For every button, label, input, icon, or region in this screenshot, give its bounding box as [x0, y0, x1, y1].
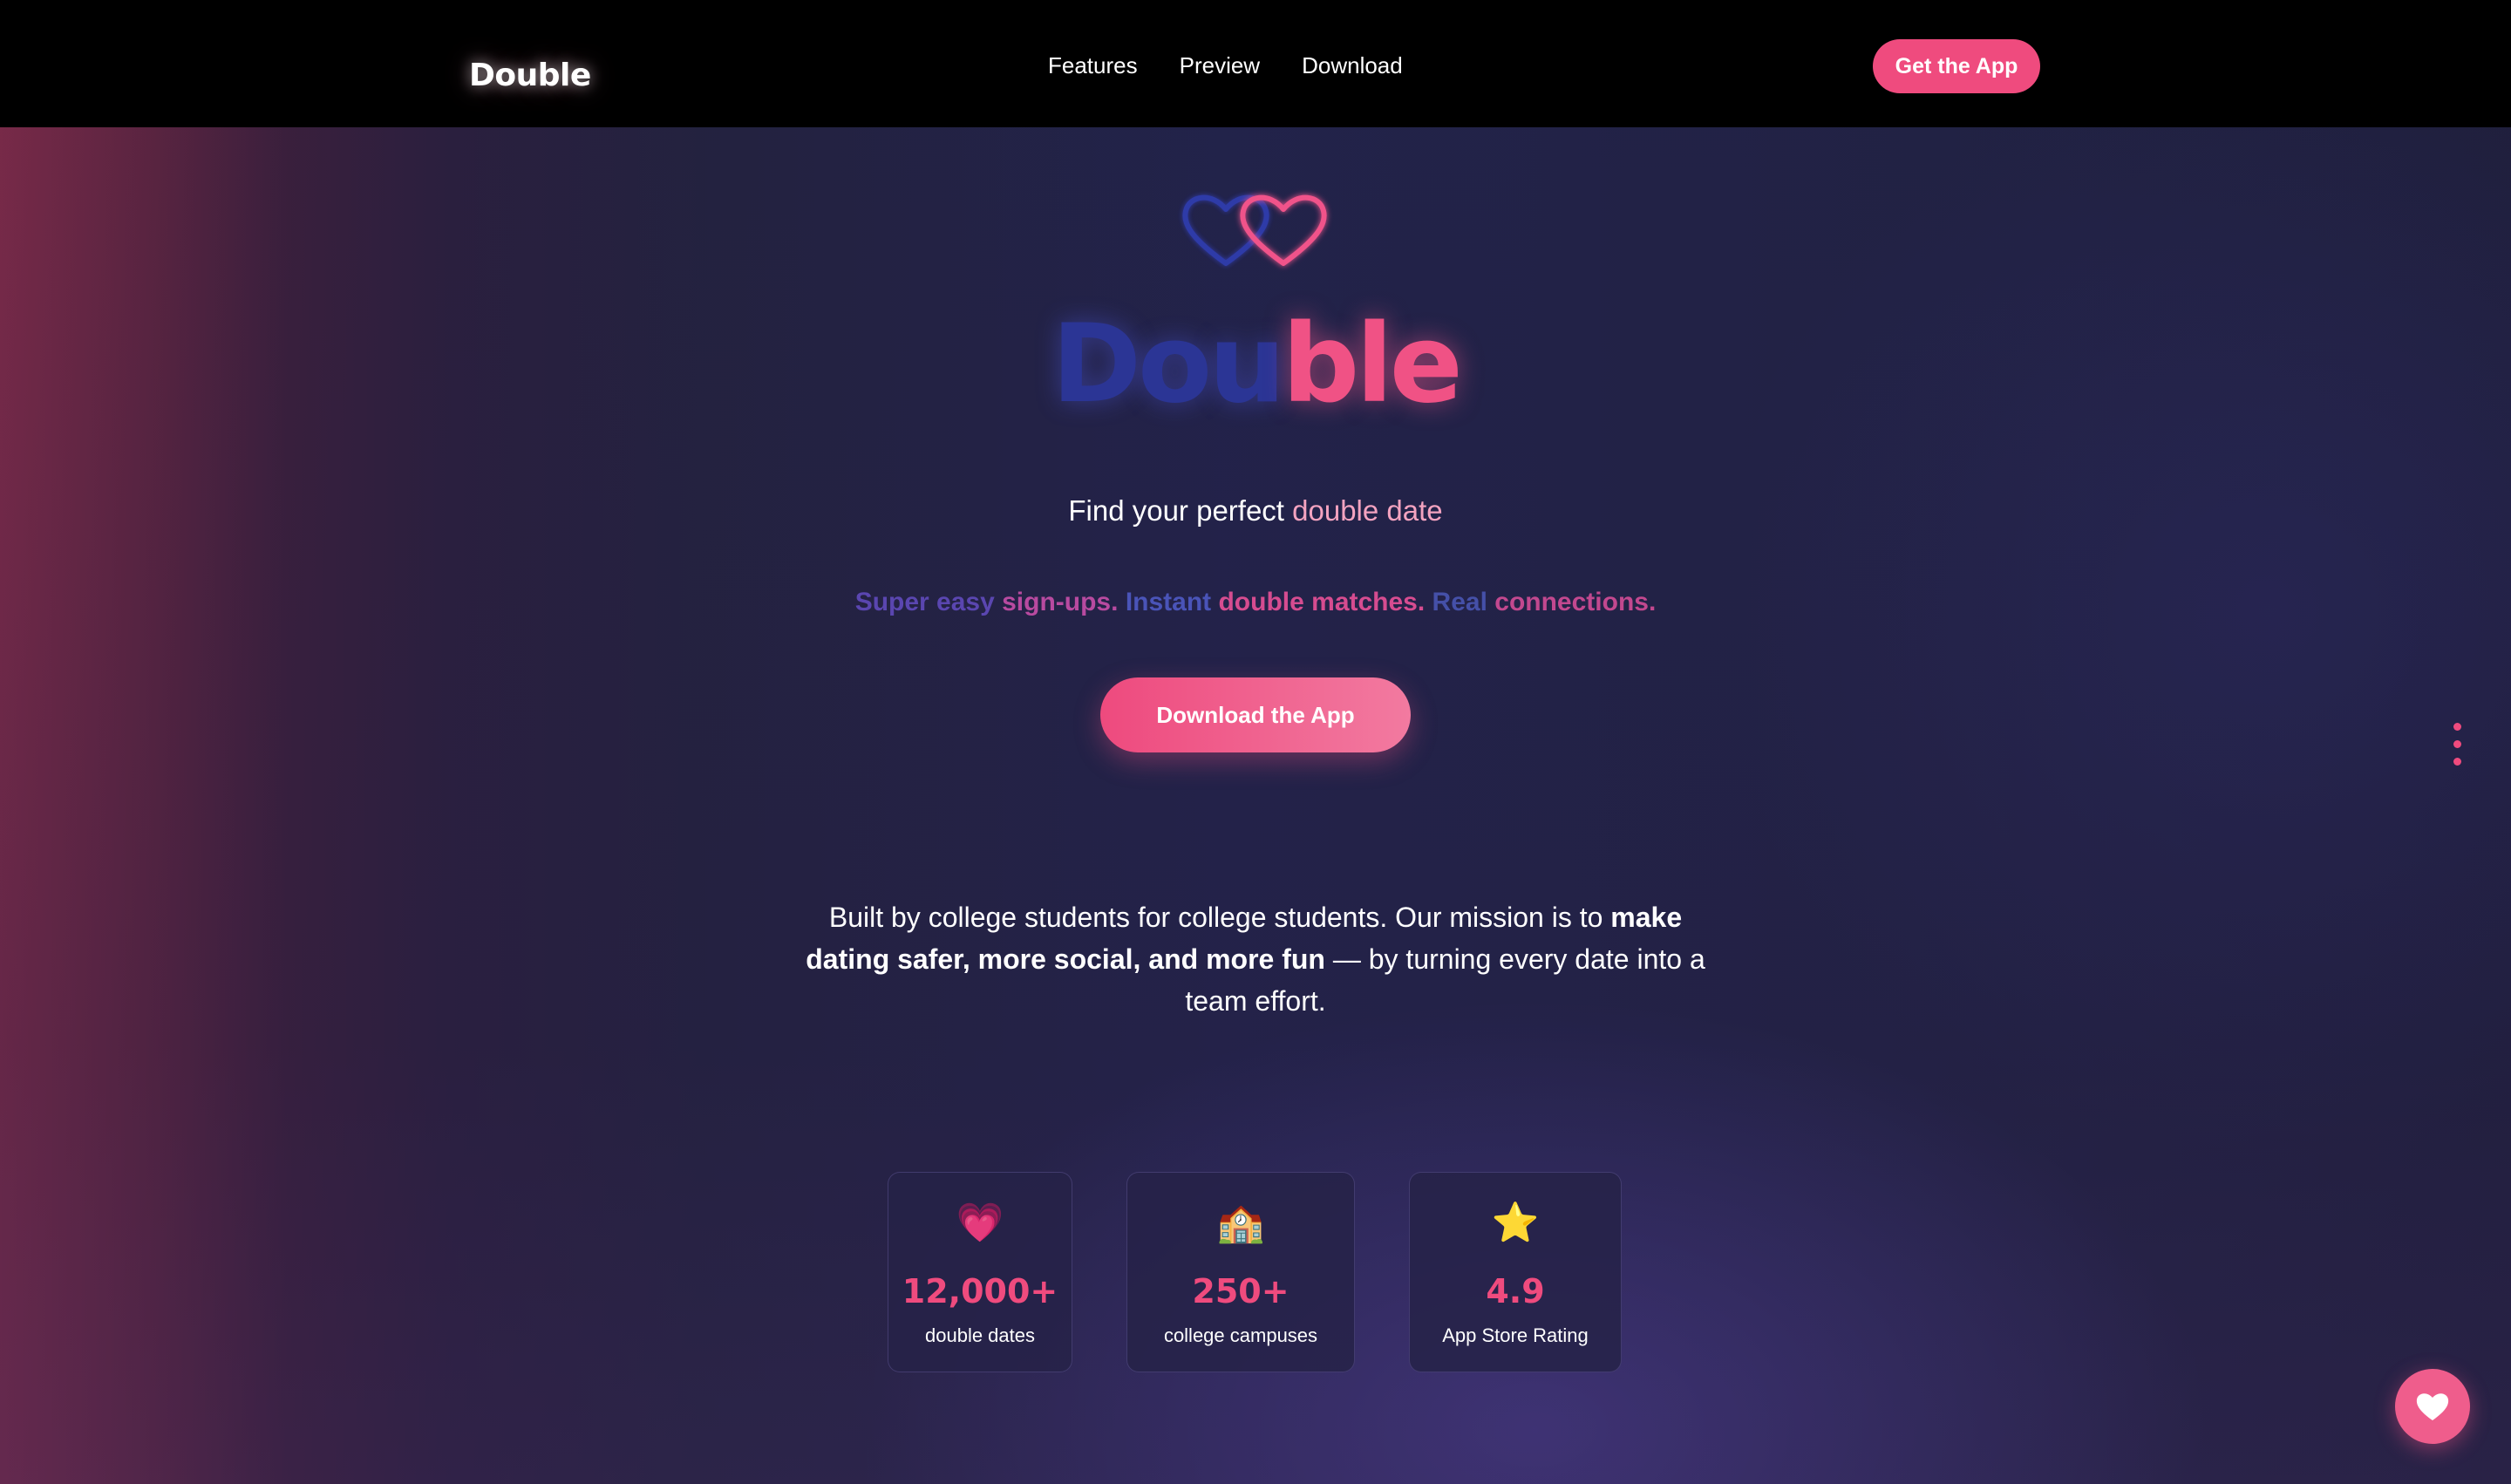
stat-label: App Store Rating — [1442, 1324, 1589, 1346]
download-app-button[interactable]: Download the App — [1100, 677, 1411, 752]
landing-page: Double Features Preview Download Get the… — [0, 0, 2511, 1484]
nav-link-preview[interactable]: Preview — [1180, 52, 1260, 79]
brand-logo[interactable]: Double — [469, 58, 591, 93]
nav-links: Features Preview Download — [1048, 52, 1403, 79]
tagline-prefix: Find your perfect — [1068, 494, 1293, 527]
heart-fab-button[interactable] — [2395, 1369, 2470, 1444]
school-icon: 🏫 — [1216, 1201, 1265, 1245]
star-icon: ⭐ — [1491, 1201, 1540, 1245]
stat-label: double dates — [925, 1324, 1035, 1346]
stat-card-campuses: 🏫 250+ college campuses — [1126, 1172, 1355, 1372]
mission-statement: Built by college students for college st… — [785, 896, 1726, 1022]
stat-card-rating: ⭐ 4.9 App Store Rating — [1409, 1172, 1622, 1372]
sparkling-heart-icon: 💗 — [956, 1201, 1004, 1245]
tagline-highlight: double date — [1292, 494, 1443, 527]
nav-link-download[interactable]: Download — [1302, 52, 1403, 79]
hero-title-part-1: Dou — [1051, 302, 1285, 427]
top-navbar: Double Features Preview Download Get the… — [0, 0, 2511, 127]
mission-part-1: Built by college students for college st… — [828, 902, 1611, 933]
hero-title-part-2: ble — [1282, 302, 1463, 427]
double-hearts-icon — [1182, 194, 1327, 266]
hero-tagline: Find your perfect double date — [0, 494, 2511, 528]
stat-card-dates: 💗 12,000+ double dates — [888, 1172, 1072, 1372]
pitch-1b: sign-ups. — [1002, 588, 1119, 616]
stat-label: college campuses — [1163, 1324, 1318, 1346]
stat-value: 12,000+ — [902, 1272, 1058, 1310]
vertical-dots-icon[interactable] — [2453, 723, 2462, 766]
pitch-3a: Real — [1432, 588, 1495, 616]
pitch-2b: double matches. — [1218, 588, 1426, 616]
heart-icon — [2416, 1393, 2449, 1420]
pitch-1a: Super easy — [854, 588, 1003, 616]
stat-value: 4.9 — [1486, 1272, 1545, 1310]
pitch-3b: connections. — [1494, 588, 1657, 616]
nav-link-features[interactable]: Features — [1048, 52, 1138, 79]
stat-value: 250+ — [1192, 1272, 1290, 1310]
pitch-2a: Instant — [1125, 588, 1219, 616]
hero-title: Double — [0, 310, 2511, 419]
hero-pitch: Super easy sign-ups. Instant double matc… — [0, 588, 2511, 617]
get-the-app-button[interactable]: Get the App — [1873, 39, 2040, 93]
